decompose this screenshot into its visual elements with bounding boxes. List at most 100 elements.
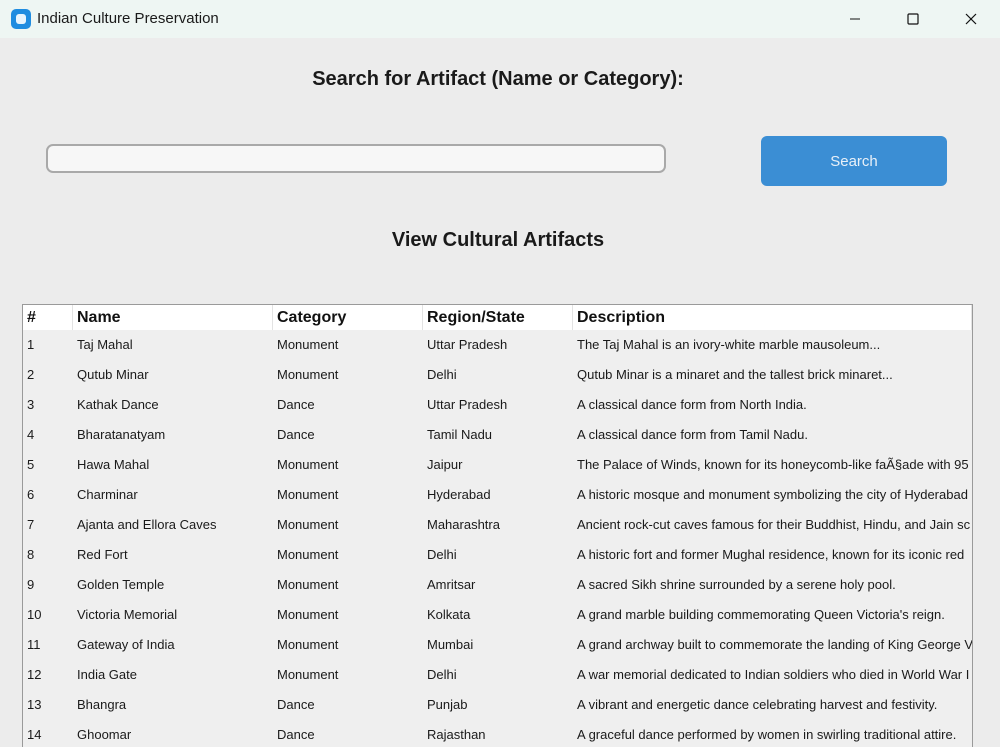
cell-name: India Gate — [77, 667, 137, 682]
cell-category: Dance — [277, 697, 315, 712]
cell-category: Monument — [277, 367, 339, 382]
search-input[interactable] — [46, 144, 666, 173]
cell-description: A classical dance form from North India. — [577, 397, 807, 412]
cell-description: A graceful dance performed by women in s… — [577, 727, 957, 742]
cell-category: Dance — [277, 427, 315, 442]
cell-region: Hyderabad — [427, 487, 491, 502]
cell-category: Monument — [277, 517, 339, 532]
title-bar: Indian Culture Preservation — [0, 0, 1000, 38]
table-row[interactable]: 14 Ghoomar Dance Rajasthan A graceful dance … — [23, 720, 972, 747]
maximize-button[interactable] — [884, 0, 942, 38]
cell-number: 1 — [27, 337, 35, 352]
cell-number: 13 — [27, 697, 42, 712]
cell-description: A historic mosque and monument symbolizi… — [577, 487, 968, 502]
table-row[interactable]: 7 Ajanta and Ellora Caves Monument Maharash… — [23, 510, 972, 540]
cell-description: The Palace of Winds, known for its honey… — [577, 457, 969, 472]
table-row[interactable]: 9 Golden Temple Monument Amritsar A sacred S… — [23, 570, 972, 600]
cell-region: Amritsar — [427, 577, 476, 592]
cell-number: 5 — [27, 457, 35, 472]
column-header-number[interactable]: # — [23, 305, 73, 330]
table-row[interactable]: 12 India Gate Monument Delhi A war memorial … — [23, 660, 972, 690]
table-row[interactable]: 13 Bhangra Dance Punjab A vibrant and energe… — [23, 690, 972, 720]
cell-name: Red Fort — [77, 547, 128, 562]
table-row[interactable]: 8 Red Fort Monument Delhi A historic fort an… — [23, 540, 972, 570]
search-button[interactable]: Search — [761, 136, 947, 186]
close-button[interactable] — [942, 0, 1000, 38]
cell-number: 9 — [27, 577, 35, 592]
cell-description: Qutub Minar is a minaret and the tallest… — [577, 367, 893, 382]
view-heading: View Cultural Artifacts — [391, 229, 605, 251]
cell-category: Monument — [277, 337, 339, 352]
column-header-region[interactable]: Region/State — [423, 305, 573, 330]
column-header-description[interactable]: Description — [573, 305, 972, 330]
cell-description: A war memorial dedicated to Indian soldi… — [577, 667, 970, 682]
cell-name: Golden Temple — [77, 577, 165, 592]
table-row[interactable]: 4 Bharatanatyam Dance Tamil Nadu A classical… — [23, 420, 972, 450]
cell-region: Jaipur — [427, 457, 463, 472]
cell-category: Dance — [277, 397, 315, 412]
cell-description: A sacred Sikh shrine surrounded by a ser… — [577, 577, 896, 592]
cell-category: Monument — [277, 457, 339, 472]
minimize-button[interactable] — [826, 0, 884, 38]
cell-category: Monument — [277, 667, 339, 682]
maximize-icon — [907, 13, 919, 25]
cell-category: Monument — [277, 577, 339, 592]
cell-region: Tamil Nadu — [427, 427, 493, 442]
cell-category: Monument — [277, 607, 339, 622]
window-title: Indian Culture Preservation — [37, 10, 219, 27]
cell-name: Taj Mahal — [77, 337, 133, 352]
cell-category: Dance — [277, 727, 315, 742]
cell-name: Victoria Memorial — [77, 607, 178, 622]
artifacts-table[interactable]: # Name Category Region/State Description… — [22, 304, 973, 747]
cell-description: A historic fort and former Mughal reside… — [577, 547, 965, 562]
table-row[interactable]: 5 Hawa Mahal Monument Jaipur The Palace of W… — [23, 450, 972, 480]
table-row[interactable]: 10 Victoria Memorial Monument Kolkata A gran… — [23, 600, 972, 630]
cell-number: 12 — [27, 667, 42, 682]
table-header: # Name Category Region/State Description — [23, 305, 972, 330]
cell-name: Charminar — [77, 487, 138, 502]
cell-description: Ancient rock-cut caves famous for their … — [577, 517, 971, 532]
cell-number: 4 — [27, 427, 35, 442]
cell-region: Rajasthan — [427, 727, 486, 742]
app-window: Indian Culture Preservation Search for A… — [0, 0, 1000, 747]
cell-region: Uttar Pradesh — [427, 397, 508, 412]
cell-number: 6 — [27, 487, 35, 502]
table-row[interactable]: 3 Kathak Dance Dance Uttar Pradesh A classic… — [23, 390, 972, 420]
cell-name: Kathak Dance — [77, 397, 159, 412]
cell-category: Monument — [277, 547, 339, 562]
cell-number: 2 — [27, 367, 35, 382]
cell-number: 11 — [27, 637, 41, 652]
cell-number: 7 — [27, 517, 35, 532]
search-heading: Search for Artifact (Name or Category): — [312, 68, 684, 90]
cell-description: The Taj Mahal is an ivory-white marble m… — [577, 337, 881, 352]
table-row[interactable]: 11 Gateway of India Monument Mumbai A grand … — [23, 630, 972, 660]
table-row[interactable]: 1 Taj Mahal Monument Uttar Pradesh The Taj M… — [23, 330, 972, 360]
minimize-icon — [850, 18, 860, 20]
cell-name: Bharatanatyam — [77, 427, 166, 442]
cell-name: Gateway of India — [77, 637, 175, 652]
cell-name: Bhangra — [77, 697, 127, 712]
cell-region: Punjab — [427, 697, 468, 712]
cell-region: Delhi — [427, 547, 457, 562]
column-header-category[interactable]: Category — [273, 305, 423, 330]
close-icon — [965, 13, 977, 25]
cell-number: 8 — [27, 547, 35, 562]
cell-description: A grand marble building commemorating Qu… — [577, 607, 945, 622]
cell-category: Monument — [277, 487, 339, 502]
cell-name: Ajanta and Ellora Caves — [77, 517, 217, 532]
table-row[interactable]: 2 Qutub Minar Monument Delhi Qutub Minar is … — [23, 360, 972, 390]
cell-name: Hawa Mahal — [77, 457, 150, 472]
cell-region: Mumbai — [427, 637, 474, 652]
cell-name: Qutub Minar — [77, 367, 149, 382]
cell-name: Ghoomar — [77, 727, 132, 742]
table-row[interactable]: 6 Charminar Monument Hyderabad A historic mo… — [23, 480, 972, 510]
cell-number: 10 — [27, 607, 42, 622]
cell-description: A grand archway built to commemorate the… — [577, 637, 972, 652]
cell-region: Maharashtra — [427, 517, 500, 532]
cell-region: Kolkata — [427, 607, 471, 622]
app-icon — [11, 9, 31, 29]
cell-region: Delhi — [427, 667, 457, 682]
column-header-name[interactable]: Name — [73, 305, 273, 330]
cell-description: A vibrant and energetic dance celebratin… — [577, 697, 938, 712]
cell-number: 14 — [27, 727, 42, 742]
